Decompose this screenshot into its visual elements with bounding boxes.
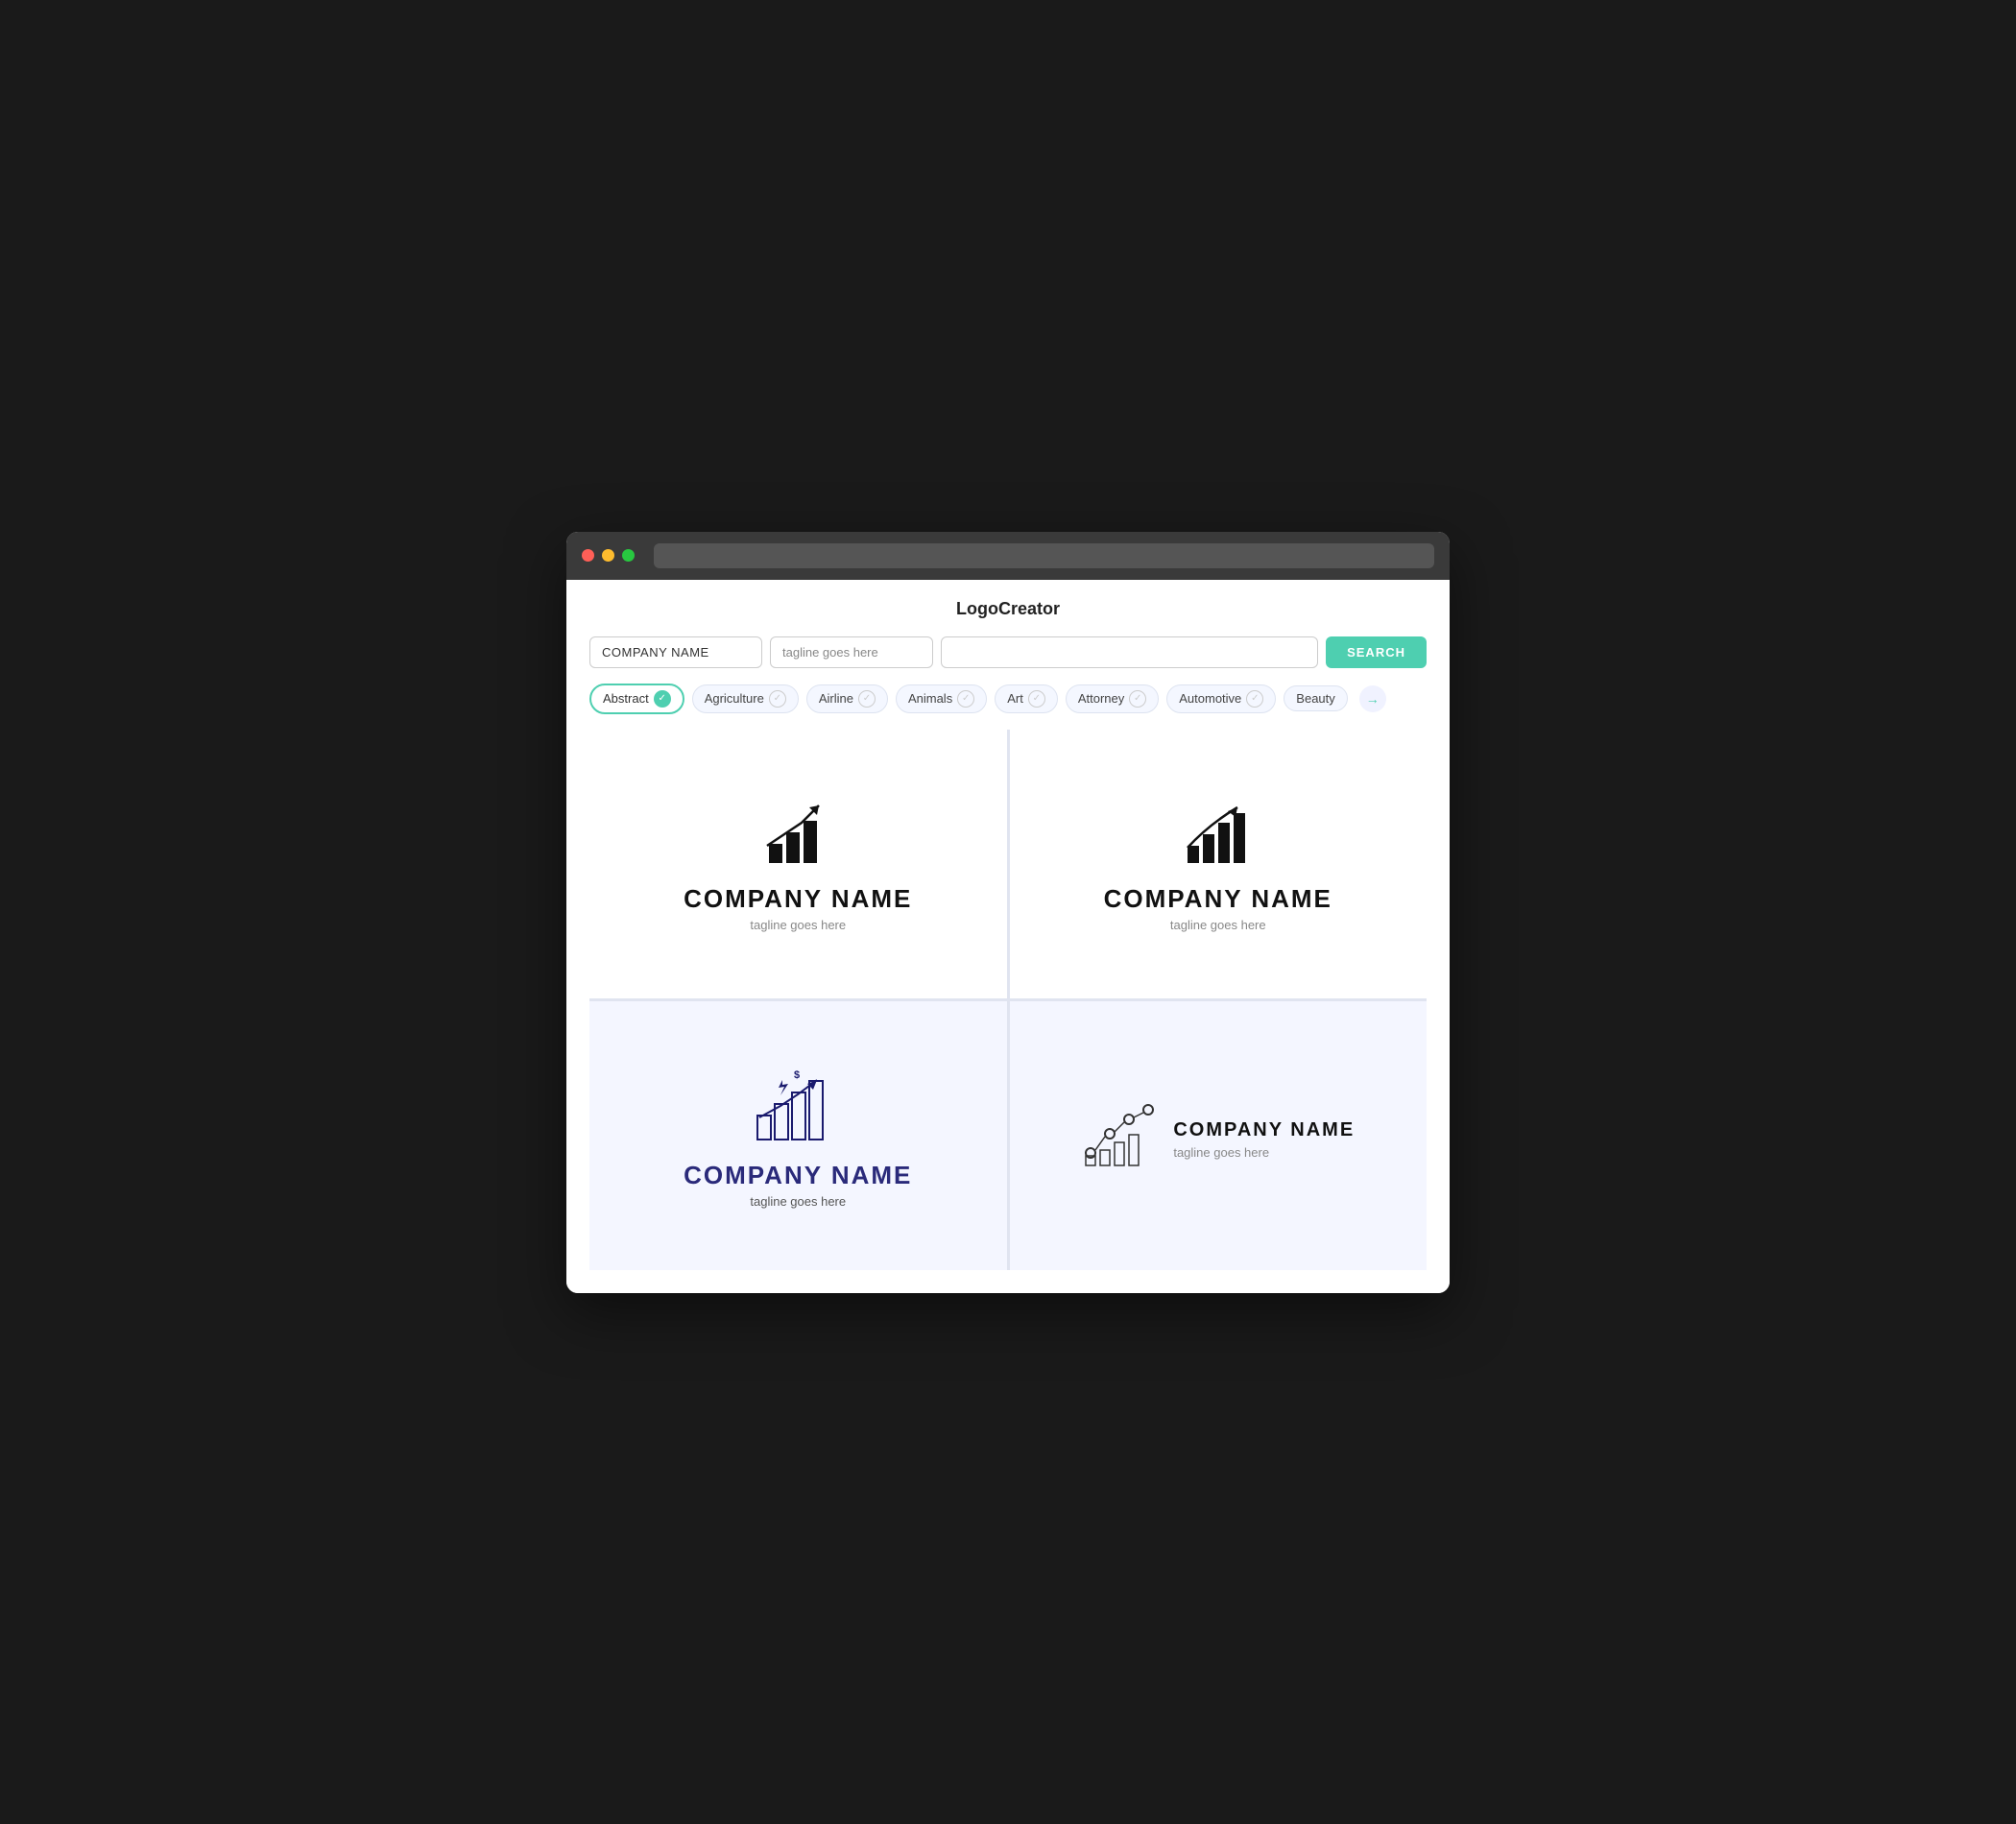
logo-icon-2: [1170, 796, 1266, 873]
category-animals[interactable]: Animals ✓: [896, 684, 987, 713]
category-attorney[interactable]: Attorney ✓: [1066, 684, 1159, 713]
browser-content: LogoCreator SEARCH Abstract ✓ Agricultur…: [566, 580, 1450, 1293]
art-label: Art: [1007, 691, 1023, 706]
attorney-check-icon: ✓: [1129, 690, 1146, 708]
logo-card-4[interactable]: COMPANY NAME tagline goes here: [1010, 1001, 1428, 1270]
logo-grid: COMPANY NAME tagline goes here: [589, 730, 1427, 1270]
category-filter: Abstract ✓ Agriculture ✓ Airline ✓ Anima…: [589, 684, 1427, 714]
beauty-label: Beauty: [1296, 691, 1334, 706]
logo-icon-4: [1081, 1100, 1158, 1167]
logo-card-1[interactable]: COMPANY NAME tagline goes here: [589, 730, 1007, 998]
automotive-label: Automotive: [1179, 691, 1241, 706]
search-button[interactable]: SEARCH: [1326, 636, 1427, 668]
address-bar: [654, 543, 1434, 568]
minimize-button[interactable]: [602, 549, 614, 562]
extra-search-input[interactable]: [941, 636, 1318, 668]
app-title: LogoCreator: [589, 599, 1427, 619]
abstract-label: Abstract: [603, 691, 649, 706]
agriculture-check-icon: ✓: [769, 690, 786, 708]
animals-check-icon: ✓: [957, 690, 974, 708]
logo-4-text: COMPANY NAME tagline goes here: [1173, 1112, 1355, 1160]
category-abstract[interactable]: Abstract ✓: [589, 684, 684, 714]
category-next-button[interactable]: →: [1359, 685, 1386, 712]
maximize-button[interactable]: [622, 549, 635, 562]
category-art[interactable]: Art ✓: [995, 684, 1058, 713]
category-airline[interactable]: Airline ✓: [806, 684, 888, 713]
logo-1-tagline: tagline goes here: [750, 918, 846, 932]
animals-label: Animals: [908, 691, 952, 706]
tagline-input[interactable]: [770, 636, 933, 668]
browser-window: LogoCreator SEARCH Abstract ✓ Agricultur…: [566, 532, 1450, 1293]
category-beauty[interactable]: Beauty: [1284, 685, 1347, 711]
category-automotive[interactable]: Automotive ✓: [1166, 684, 1276, 713]
browser-titlebar: [566, 532, 1450, 580]
logo-1-company: COMPANY NAME: [684, 884, 912, 914]
logo-card-3[interactable]: $ COMPANY NAME tagline goes here: [589, 1001, 1007, 1270]
logo-4-company: COMPANY NAME: [1173, 1119, 1355, 1141]
logo-4-tagline: tagline goes here: [1173, 1145, 1355, 1160]
logo-3-company: COMPANY NAME: [684, 1161, 912, 1190]
close-button[interactable]: [582, 549, 594, 562]
art-check-icon: ✓: [1028, 690, 1045, 708]
logo-3-tagline: tagline goes here: [750, 1194, 846, 1209]
agriculture-label: Agriculture: [705, 691, 764, 706]
logo-2-tagline: tagline goes here: [1170, 918, 1266, 932]
logo-card-2[interactable]: COMPANY NAME tagline goes here: [1010, 730, 1428, 998]
search-bar: SEARCH: [589, 636, 1427, 668]
logo-2-company: COMPANY NAME: [1104, 884, 1332, 914]
automotive-check-icon: ✓: [1246, 690, 1263, 708]
company-name-input[interactable]: [589, 636, 762, 668]
abstract-check-icon: ✓: [654, 690, 671, 708]
airline-label: Airline: [819, 691, 853, 706]
logo-icon-3: $: [740, 1063, 855, 1149]
svg-text:$: $: [794, 1069, 800, 1081]
airline-check-icon: ✓: [858, 690, 876, 708]
logo-icon-1: [750, 796, 846, 873]
attorney-label: Attorney: [1078, 691, 1124, 706]
category-agriculture[interactable]: Agriculture ✓: [692, 684, 799, 713]
